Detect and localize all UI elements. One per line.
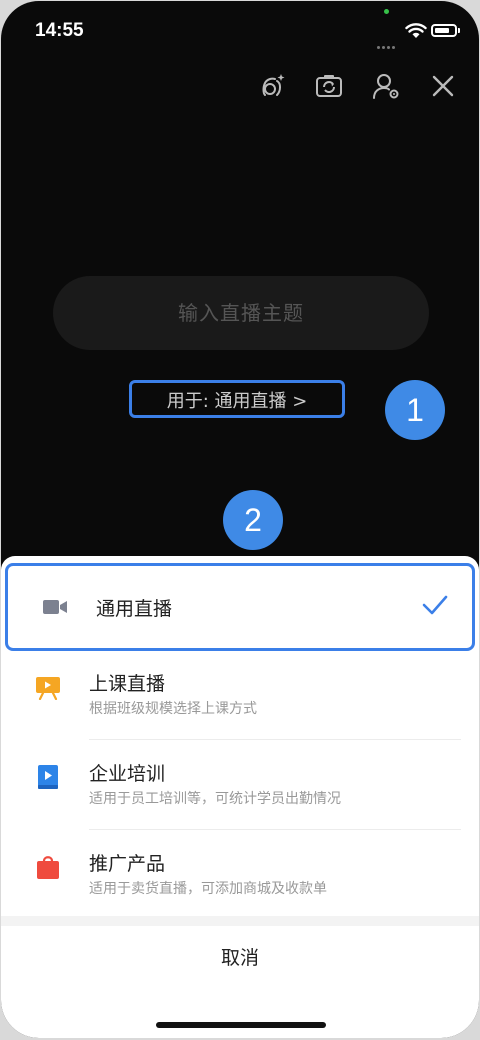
usage-type-selector[interactable]: 用于: 通用直播 >	[129, 380, 345, 418]
option-description: 适用于员工培训等，可统计学员出勤情况	[89, 791, 341, 807]
option-enterprise-training[interactable]: 企业培训 适用于员工培训等，可统计学员出勤情况	[1, 741, 479, 829]
divider	[89, 829, 461, 830]
usage-type-sheet: 通用直播 上课直播 根据班级规模选择上课方式 企业培训 适用于员工培训等，可统计…	[1, 556, 479, 1038]
battery-icon	[431, 24, 457, 37]
option-class-live[interactable]: 上课直播 根据班级规模选择上课方式	[1, 651, 479, 739]
video-camera-icon	[43, 600, 67, 614]
presentation-board-icon	[36, 677, 60, 700]
option-title: 推广产品	[89, 853, 166, 875]
option-description: 适用于卖货直播，可添加商城及收款单	[89, 881, 327, 897]
option-title: 通用直播	[96, 598, 173, 620]
close-icon[interactable]	[428, 71, 458, 101]
status-bar: 14:55	[1, 1, 479, 61]
live-topic-input[interactable]: 输入直播主题	[53, 276, 429, 350]
checkmark-icon	[422, 595, 448, 615]
signal-icon	[377, 34, 401, 49]
section-gap	[1, 916, 479, 926]
wifi-icon	[405, 23, 427, 38]
divider	[89, 739, 461, 740]
home-indicator[interactable]	[156, 1022, 326, 1028]
option-title: 上课直播	[89, 673, 166, 695]
option-general-live[interactable]: 通用直播	[5, 563, 475, 651]
user-settings-icon[interactable]	[371, 71, 401, 101]
step-badge-1: 1	[385, 380, 445, 440]
cancel-button[interactable]: 取消	[1, 926, 479, 990]
switch-camera-icon[interactable]	[314, 71, 344, 101]
status-time: 14:55	[35, 20, 84, 41]
play-book-icon	[38, 765, 58, 789]
phone-screen: 14:55 输入直播主题 用于: 通用直播 > 1 2 通用直播 上课直播 根据…	[1, 1, 479, 1038]
option-promote-product[interactable]: 推广产品 适用于卖货直播，可添加商城及收款单	[1, 831, 479, 919]
option-title: 企业培训	[89, 763, 166, 785]
battery-tip	[458, 28, 460, 33]
shopping-bag-icon	[37, 856, 59, 879]
beauty-filter-icon[interactable]	[257, 71, 287, 101]
step-badge-2: 2	[223, 490, 283, 550]
option-description: 根据班级规模选择上课方式	[89, 701, 257, 717]
camera-in-use-indicator	[384, 9, 389, 14]
